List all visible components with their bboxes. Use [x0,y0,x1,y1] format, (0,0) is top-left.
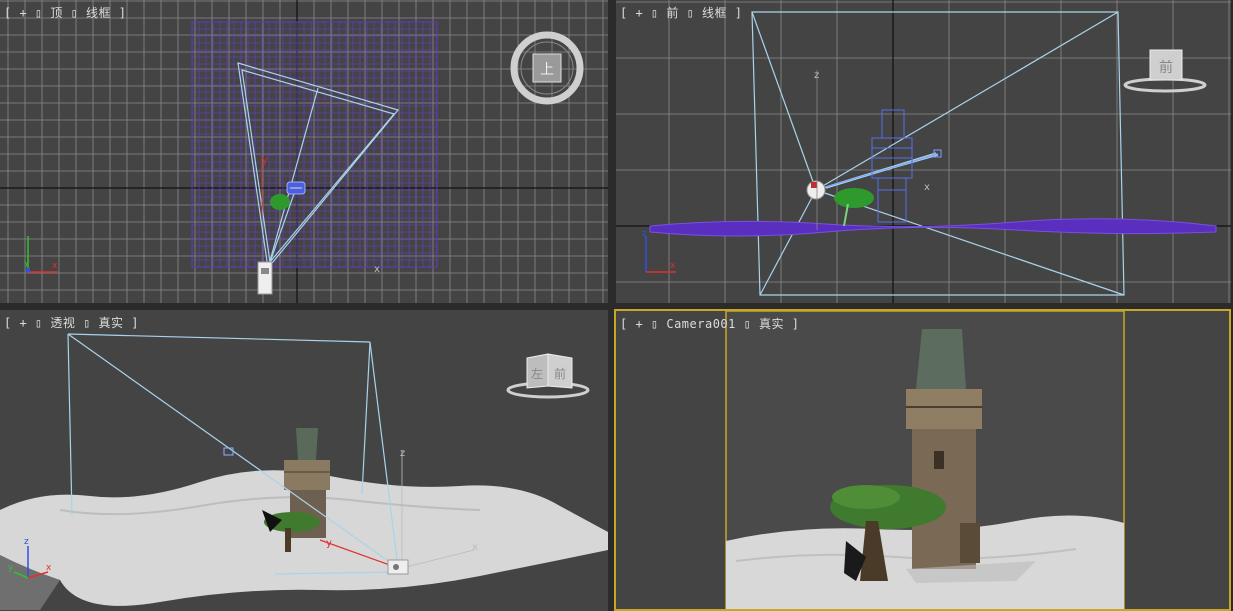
viewcube-icon[interactable]: 左 前 [506,353,590,399]
axis-tripod-icon: z x [642,229,676,273]
svg-text:x: x [670,261,676,271]
svg-text:x: x [46,563,52,573]
viewport-top-canvas: y x y x 上 [0,0,608,303]
camera-icon[interactable] [387,559,409,575]
viewport-front-canvas: z x z x 前 [616,0,1231,303]
axis-tripod-icon: y x [24,236,58,273]
viewport-top-label[interactable]: [ + ▯ 顶 ▯ 线框 ] [4,4,126,21]
axis-x-label: x [924,182,930,193]
terrain-wireframe [649,218,1217,237]
svg-text:z: z [642,229,647,239]
target-line [815,153,939,191]
viewcube-face-label: 上 [540,62,554,78]
viewcube-icon[interactable]: 前 [1123,49,1207,93]
svg-text:y: y [8,563,14,573]
axis-z-label: z [814,70,819,81]
viewport-perspective-canvas: y z x z x y 左 前 [0,333,608,610]
viewcube-front-label: 前 [554,366,566,381]
camera-icon[interactable] [806,180,826,200]
svg-text:y: y [24,258,30,268]
camera-icon[interactable] [257,261,273,295]
tree-icon [834,188,874,227]
viewcube-face-label: 前 [1159,59,1173,76]
camera-target-icon[interactable] [223,447,234,456]
viewport-front[interactable]: [ + ▯ 前 ▯ 线框 ] z x z x 前 [616,0,1231,303]
viewport-camera-canvas [616,311,1229,609]
grid-lines [616,0,1231,303]
camera-target-icon[interactable] [286,181,306,195]
viewcube-icon[interactable]: 上 [510,31,584,105]
viewcube-left-label: 左 [531,366,543,381]
svg-text:z: z [24,537,29,547]
svg-text:x: x [52,261,58,271]
viewport-perspective[interactable]: [ + ▯ 透视 ▯ 真实 ] y z x z x y 左 前 [0,310,608,611]
viewport-camera-label[interactable]: [ + ▯ Camera001 ▯ 真实 ] [620,315,800,332]
camera-frustum [751,11,1125,296]
viewport-perspective-label[interactable]: [ + ▯ 透视 ▯ 真实 ] [4,314,139,331]
axis-y-label: y [262,155,268,166]
viewport-top[interactable]: [ + ▯ 顶 ▯ 线框 ] y x y x 上 [0,0,608,303]
axis-z-label: z [400,448,405,459]
viewport-camera[interactable]: [ + ▯ Camera001 ▯ 真实 ] [614,309,1231,611]
axis-x-label: x [374,264,380,275]
viewport-front-label[interactable]: [ + ▯ 前 ▯ 线框 ] [620,4,742,21]
axis-x-label: x [472,542,478,553]
axis-y-label: y [326,538,332,549]
tree-icon [270,194,290,210]
